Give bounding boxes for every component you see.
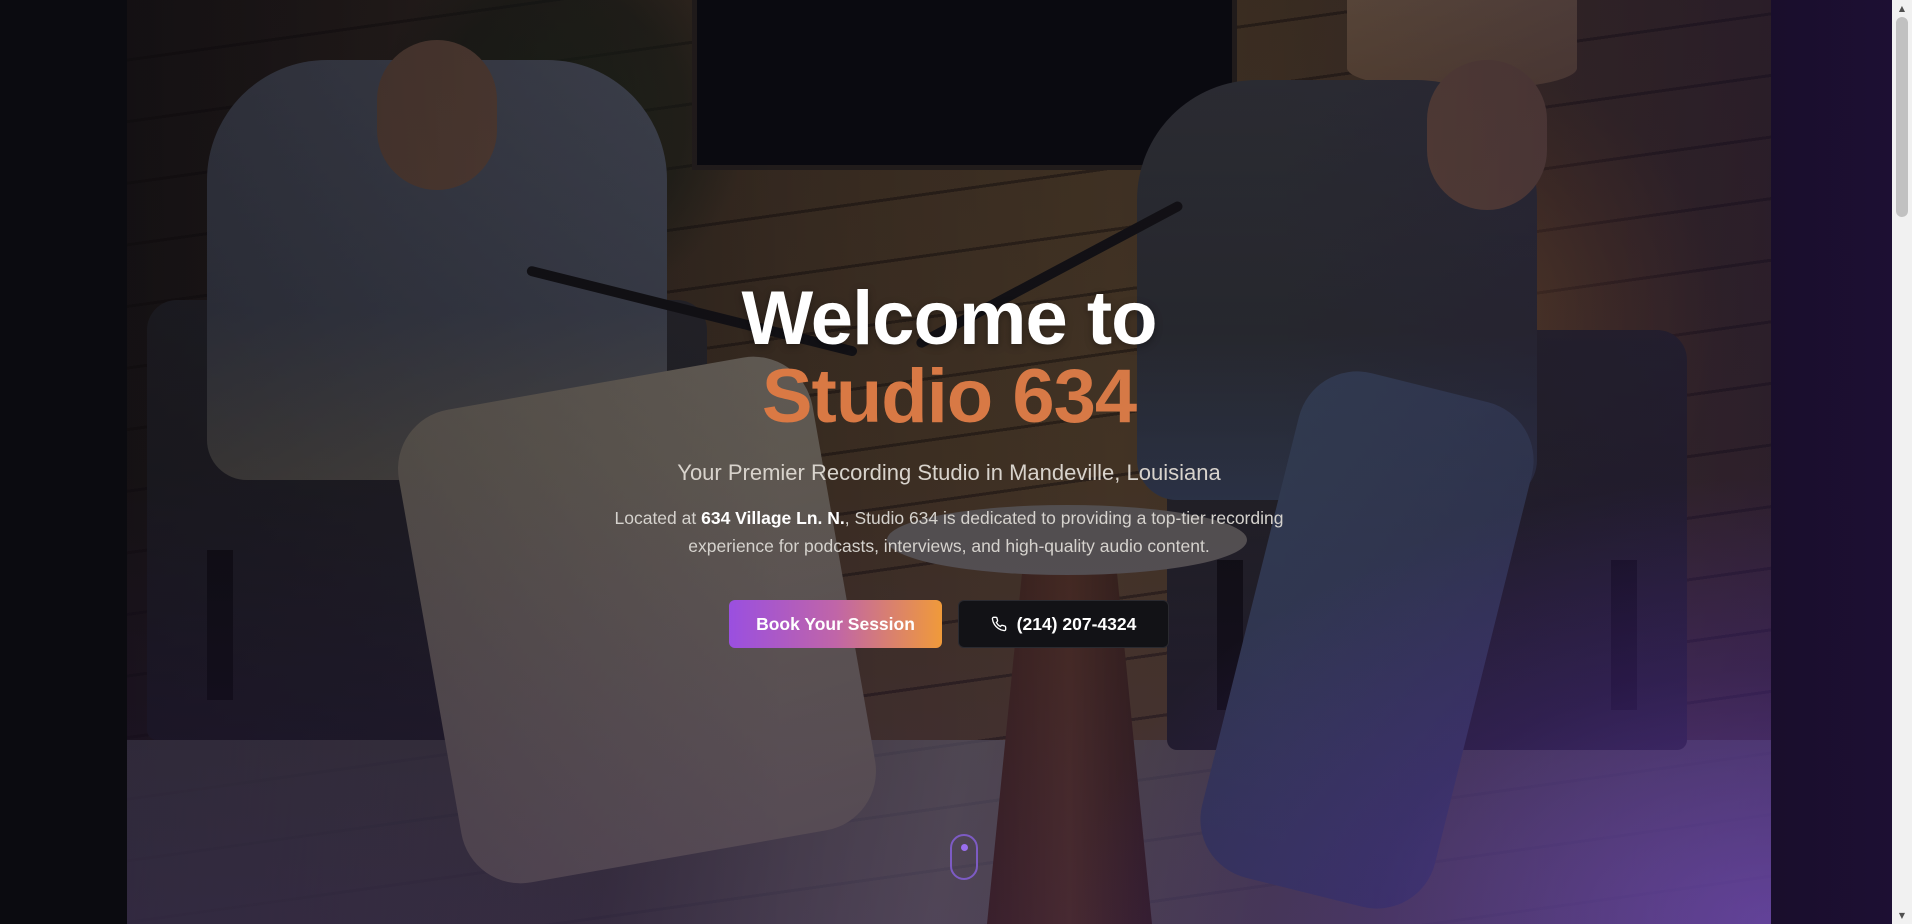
description-prefix: Located at (614, 508, 702, 528)
scrollbar-thumb[interactable] (1896, 17, 1908, 217)
scroll-down-arrow-icon[interactable]: ▼ (1892, 907, 1912, 924)
hero-title-studio-name: Studio 634 (127, 358, 1771, 436)
studio-address: 634 Village Ln. N. (701, 508, 845, 528)
phone-icon (991, 616, 1006, 632)
hero-content: Welcome to Studio 634 Your Premier Recor… (127, 280, 1771, 648)
phone-number-label: (214) 207-4324 (1016, 613, 1137, 634)
cta-row: Book Your Session (214) 207-4324 (127, 600, 1771, 648)
scroll-dot (961, 844, 968, 851)
hero-title-line1: Welcome to (741, 276, 1157, 361)
page-scrollbar[interactable]: ▲ ▼ (1892, 0, 1912, 924)
scroll-up-arrow-icon[interactable]: ▲ (1892, 0, 1912, 17)
hero-subtitle: Your Premier Recording Studio in Mandevi… (677, 460, 1221, 485)
book-session-button[interactable]: Book Your Session (729, 600, 942, 648)
mouse-scroll-icon[interactable] (950, 834, 978, 880)
call-phone-button[interactable]: (214) 207-4324 (958, 600, 1169, 648)
hero-description: Located at 634 Village Ln. N., Studio 63… (589, 504, 1309, 560)
hero-title: Welcome to Studio 634 (127, 280, 1771, 436)
book-session-label: Book Your Session (756, 613, 915, 634)
